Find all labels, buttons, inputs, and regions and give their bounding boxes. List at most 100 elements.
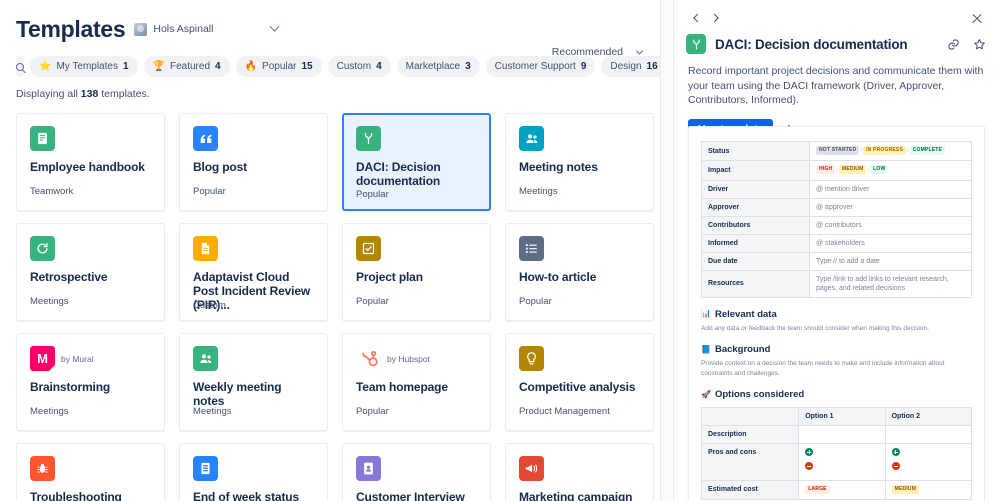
card-title: Retrospective	[30, 270, 108, 284]
report-icon	[193, 456, 218, 481]
chevron-left-icon	[693, 13, 702, 23]
con-icon	[891, 462, 900, 471]
section-heading-text: Relevant data	[714, 308, 777, 320]
card-title: Team homepage	[356, 380, 448, 394]
checkbox-icon	[356, 236, 381, 261]
card-icon-row: by Hubspot	[356, 346, 477, 371]
card-title: Meeting notes	[519, 160, 598, 174]
chip-label: My Templates	[56, 61, 118, 72]
template-card[interactable]: by Hubspot Team homepage Popular	[342, 333, 491, 431]
pro-icon	[805, 448, 814, 457]
panel-forward-button[interactable]	[706, 8, 726, 28]
preview-section: 📘 Background Provide context on a decision…	[701, 344, 972, 378]
chip-count: 15	[301, 61, 313, 72]
filter-chip-customer-support[interactable]: Customer Support 9	[485, 56, 596, 77]
section-emoji-icon: 📘	[701, 344, 711, 354]
row-label: Estimated cost	[700, 480, 800, 500]
panel-nav	[674, 4, 999, 32]
table-cell	[884, 443, 973, 482]
card-icon-row	[519, 236, 640, 261]
status-badge: MEDIUM	[838, 165, 867, 175]
card-category: Popular	[356, 296, 389, 307]
mural-logo-icon: M	[30, 346, 55, 371]
table-row: Contributors @ contributors	[701, 215, 972, 235]
template-card[interactable]: Employee handbook Teamwork	[16, 113, 165, 211]
decision-branch-icon	[356, 126, 381, 151]
chip-count: 16	[646, 61, 658, 72]
megaphone-icon	[519, 456, 544, 481]
space-selector[interactable]: Hols Aspinall	[134, 22, 213, 36]
people-icon	[519, 126, 544, 151]
template-card[interactable]: Meeting notes Meetings	[505, 113, 654, 211]
chip-emoji-icon: 🏆	[152, 60, 165, 72]
table-cell	[884, 425, 973, 445]
filter-chip-marketplace[interactable]: Marketplace 3	[396, 56, 480, 77]
chevron-right-icon	[710, 13, 719, 23]
card-icon-row	[356, 126, 477, 151]
filter-chip-my-templates[interactable]: ⭐ My Templates 1	[30, 56, 138, 77]
template-card[interactable]: Blog post Popular	[179, 113, 328, 211]
template-card[interactable]: Mby Mural Brainstorming Meetings	[16, 333, 165, 431]
card-category: Popular	[519, 296, 552, 307]
template-card[interactable]: DACI: Decision documentation Popular	[342, 113, 491, 211]
template-card[interactable]: Troubleshooting article	[16, 443, 165, 501]
section-heading-text: Options considered	[714, 389, 805, 401]
status-badge: COMPLETE	[909, 146, 946, 155]
space-chevron-down-icon[interactable]	[266, 21, 282, 37]
lightbulb-icon	[519, 346, 544, 371]
results-count-value: 138	[80, 88, 99, 100]
sort-dropdown[interactable]: Recommended	[552, 46, 644, 58]
filter-chip-featured[interactable]: 🏆 Featured 4	[143, 56, 230, 77]
card-category: Popular	[356, 406, 389, 417]
templates-browser: Templates Hols Aspinall ⭐ My Templates 1 🏆 F…	[0, 0, 660, 501]
star-outline-icon[interactable]	[972, 37, 987, 52]
person-circle-icon	[356, 456, 381, 481]
preview-section: 🚀 Options considered	[701, 389, 972, 400]
template-card[interactable]: Retrospective Meetings	[16, 223, 165, 321]
template-card[interactable]: Adaptavist Cloud Post Incident Review (P…	[179, 223, 328, 321]
section-emoji-icon: 🚀	[701, 389, 711, 399]
card-title: DACI: Decision documentation	[356, 160, 441, 188]
header-row: Templates Hols Aspinall	[16, 14, 644, 44]
filter-chip-custom[interactable]: Custom 4	[327, 56, 391, 77]
table-header-row: Option 1 Option 2	[700, 407, 973, 427]
column-header: Option 1	[798, 407, 886, 427]
search-button[interactable]	[16, 56, 24, 77]
chip-count: 3	[465, 61, 471, 72]
template-card[interactable]: Marketing campaign	[505, 443, 654, 501]
template-grid: Employee handbook Teamwork Blog post Popula…	[16, 113, 654, 501]
card-icon-row	[519, 346, 640, 371]
template-card[interactable]: Customer Interview Report	[342, 443, 491, 501]
avatar	[134, 22, 148, 36]
card-category: Meetings	[519, 186, 558, 197]
card-category: Meetings	[30, 296, 69, 307]
people-icon	[193, 346, 218, 371]
quote-icon	[193, 126, 218, 151]
document-icon	[193, 236, 218, 261]
results-count-suffix: templates.	[98, 88, 150, 100]
section-heading: 📊 Relevant data	[701, 309, 972, 320]
filter-chip-design[interactable]: Design 16	[601, 56, 660, 77]
template-card[interactable]: Competitive analysis Product Management	[505, 333, 654, 431]
card-title: Weekly meeting notes	[193, 380, 282, 408]
table-row: Pros and cons	[700, 443, 973, 482]
link-icon[interactable]	[946, 37, 961, 52]
decision-branch-icon	[686, 34, 706, 54]
template-card[interactable]: Project plan Popular	[342, 223, 491, 321]
section-body: Add any data or feedback the team should…	[701, 324, 929, 332]
card-title: Marketing campaign	[519, 490, 633, 501]
template-card[interactable]: End of week status report	[179, 443, 328, 501]
close-icon[interactable]	[967, 8, 987, 28]
panel-description: Record important project decisions and c…	[688, 65, 984, 106]
panel-back-button[interactable]	[686, 8, 706, 28]
card-icon-row	[30, 456, 151, 481]
field-label: Driver	[701, 179, 810, 199]
template-card[interactable]: How-to article Popular	[505, 223, 654, 321]
field-value: NOT STARTED / IN PROGRESS / COMPLETE	[809, 140, 972, 162]
table-cell	[798, 443, 886, 482]
card-title: Employee handbook	[30, 160, 145, 174]
filter-chip-popular[interactable]: 🔥 Popular 15	[235, 56, 322, 77]
field-value: @ approver	[809, 197, 972, 217]
template-card[interactable]: Weekly meeting notes Meetings	[179, 333, 328, 431]
preview-sections: 📊 Relevant data Add any data or feedback t…	[701, 309, 972, 401]
